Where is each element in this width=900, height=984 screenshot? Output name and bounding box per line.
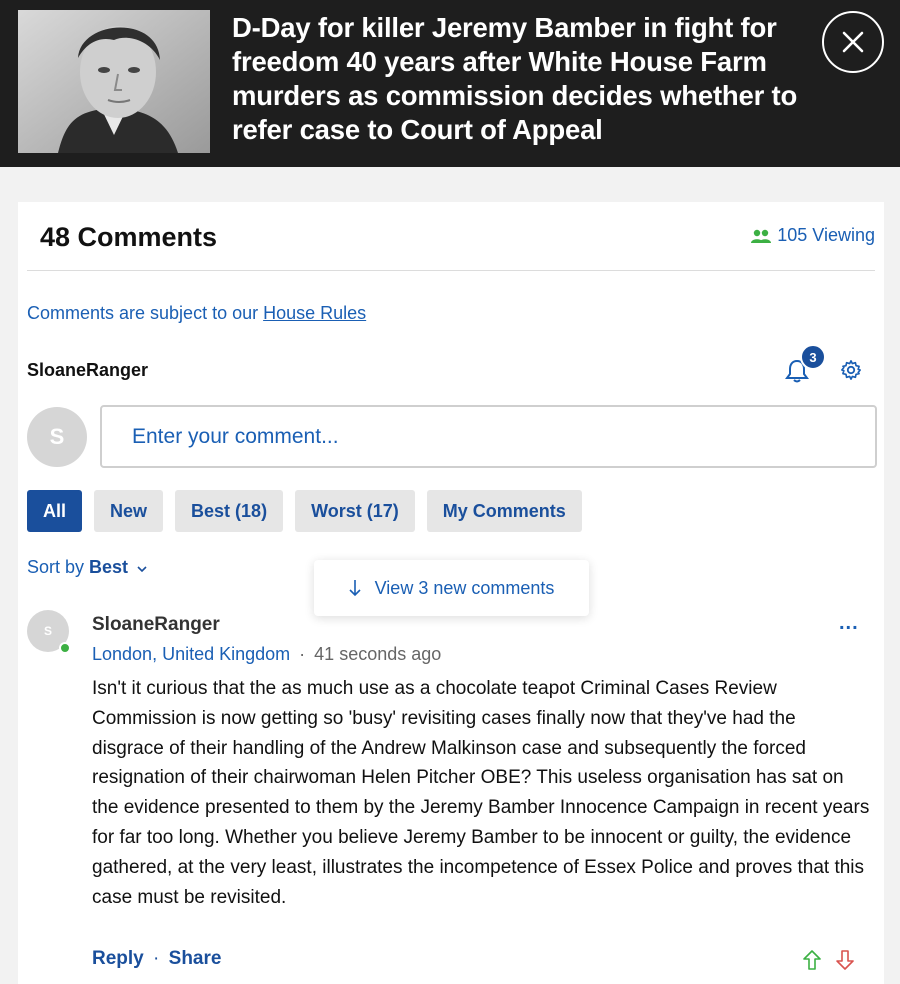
downvote-icon[interactable] xyxy=(836,950,854,970)
tab-my-comments[interactable]: My Comments xyxy=(426,490,582,532)
view-new-comments-button[interactable]: View 3 new comments xyxy=(314,560,589,616)
tab-worst[interactable]: Worst (17) xyxy=(295,490,415,532)
comment-meta: London, United Kingdom · 41 seconds ago xyxy=(92,644,441,665)
action-separator: · xyxy=(153,948,160,969)
house-rules-notice: Comments are subject to our House Rules xyxy=(27,303,366,324)
avatar: S xyxy=(27,407,87,467)
tab-new[interactable]: New xyxy=(94,490,164,532)
meta-separator: · xyxy=(299,644,306,664)
sort-dropdown[interactable]: Sort by Best xyxy=(27,557,147,578)
article-thumbnail xyxy=(18,10,210,153)
users-icon xyxy=(751,229,772,243)
tab-all[interactable]: All xyxy=(27,490,83,532)
filter-tabs: All New Best (18) Worst (17) My Comments xyxy=(27,490,582,532)
rules-text: Comments are subject to our xyxy=(27,303,264,323)
new-comments-label: View 3 new comments xyxy=(374,577,555,598)
close-icon xyxy=(842,31,864,53)
notification-badge: 3 xyxy=(800,344,826,370)
online-indicator xyxy=(59,642,71,654)
comment-timestamp: 41 seconds ago xyxy=(314,644,442,664)
gear-icon[interactable] xyxy=(840,359,862,381)
house-rules-link[interactable]: House Rules xyxy=(263,303,366,323)
comment-count: 48 Comments xyxy=(40,222,218,252)
close-button[interactable] xyxy=(822,11,884,73)
share-button[interactable]: Share xyxy=(169,948,222,969)
tab-best[interactable]: Best (18) xyxy=(175,490,284,532)
divider xyxy=(27,270,875,271)
comment-actions: Reply · Share xyxy=(92,948,221,970)
current-username: SloaneRanger xyxy=(27,360,149,380)
comments-panel: 48 Comments 105 Viewing Comments are sub… xyxy=(18,202,884,984)
viewing-count: 105 Viewing xyxy=(751,225,875,246)
upvote-icon[interactable] xyxy=(803,950,821,970)
more-options-icon[interactable]: ... xyxy=(839,612,859,635)
comment-input[interactable] xyxy=(100,405,877,468)
article-headline: D-Day for killer Jeremy Bamber in fight … xyxy=(232,12,798,145)
notifications-button[interactable]: 3 xyxy=(785,344,826,384)
viewing-label: 105 Viewing xyxy=(777,225,875,245)
arrow-down-icon xyxy=(349,580,361,597)
chevron-down-icon xyxy=(137,566,147,573)
sort-label: Sort by xyxy=(27,557,90,577)
sort-value: Best xyxy=(89,557,129,577)
comment-author[interactable]: SloaneRanger xyxy=(92,614,220,636)
article-header: D-Day for killer Jeremy Bamber in fight … xyxy=(0,0,900,167)
reply-button[interactable]: Reply xyxy=(92,948,144,969)
comment-location: London, United Kingdom xyxy=(92,644,291,664)
comment-body: Isn't it curious that the as much use as… xyxy=(92,678,870,908)
